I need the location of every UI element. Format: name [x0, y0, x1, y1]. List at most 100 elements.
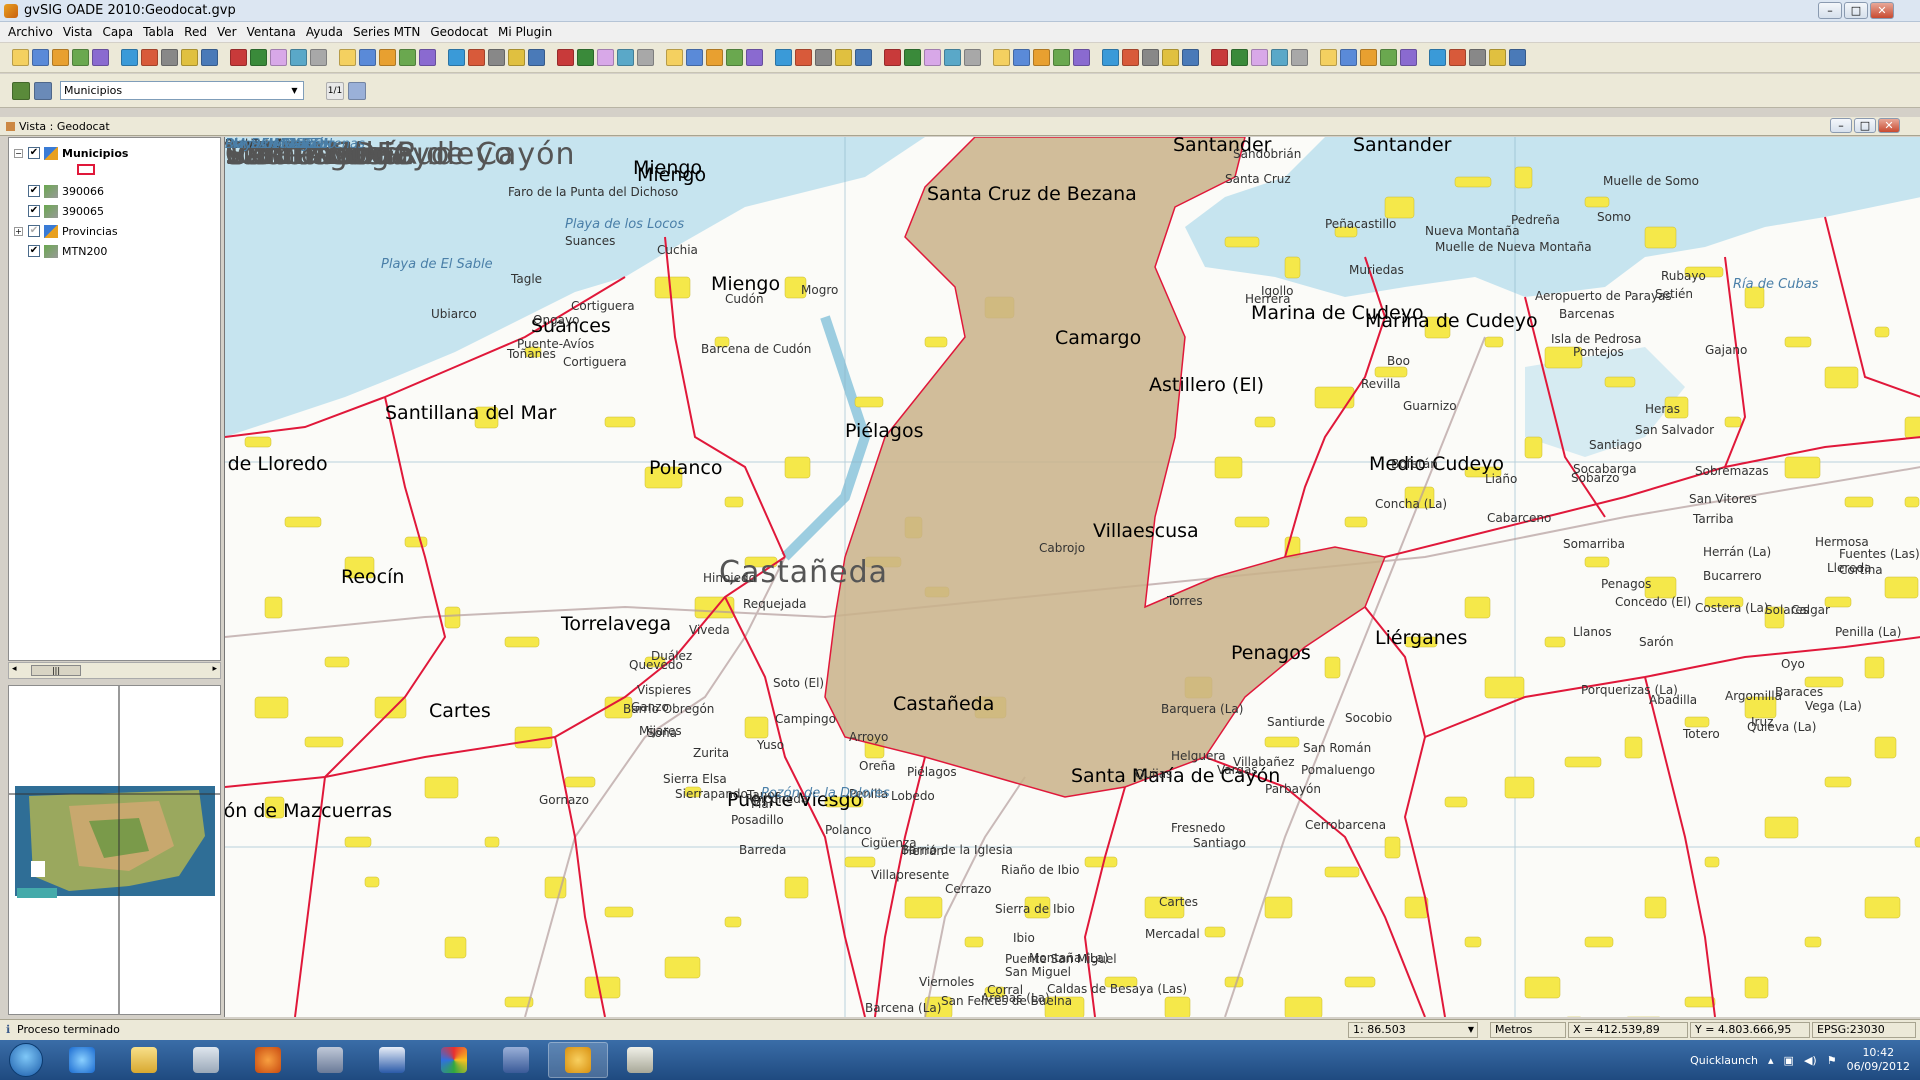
tool-29-icon[interactable] [617, 49, 634, 66]
tool-17-icon[interactable] [359, 49, 376, 66]
taskbar-picasa[interactable] [424, 1042, 484, 1078]
maximize-button[interactable]: □ [1844, 2, 1868, 19]
taskbar-pgadmin[interactable] [300, 1042, 360, 1078]
new-file-icon[interactable] [12, 49, 29, 66]
tool-52-icon[interactable] [1122, 49, 1139, 66]
zoom-out-icon[interactable] [181, 49, 198, 66]
tool-66-icon[interactable] [1429, 49, 1446, 66]
clock[interactable]: 10:42 06/09/2012 [1847, 1046, 1910, 1074]
layer-visibility-checkbox[interactable]: ✔ [28, 185, 40, 197]
view-minimize-button[interactable]: – [1830, 118, 1852, 133]
tool-20-icon[interactable] [419, 49, 436, 66]
tool-26-icon[interactable] [557, 49, 574, 66]
zoom-full-icon[interactable] [201, 49, 218, 66]
tool-59-icon[interactable] [1271, 49, 1288, 66]
tool-42-icon[interactable] [904, 49, 921, 66]
network-icon[interactable]: ▣ [1784, 1054, 1794, 1067]
menu-ayuda[interactable]: Ayuda [301, 25, 348, 39]
print-icon[interactable] [72, 49, 89, 66]
save-icon[interactable] [52, 49, 69, 66]
taskbar-word[interactable] [362, 1042, 422, 1078]
tool-56-icon[interactable] [1211, 49, 1228, 66]
active-layer-select[interactable]: Municipios ▼ [60, 81, 304, 100]
scale-field[interactable]: 1: 86.503 ▼ [1348, 1022, 1478, 1038]
tool-60-icon[interactable] [1291, 49, 1308, 66]
menu-archivo[interactable]: Archivo [3, 25, 58, 39]
tool-69-icon[interactable] [1489, 49, 1506, 66]
tool-53-icon[interactable] [1142, 49, 1159, 66]
flag-icon[interactable]: ⚑ [1827, 1054, 1837, 1067]
edit-layer-icon[interactable] [12, 81, 30, 100]
taskbar-firefox[interactable] [238, 1042, 298, 1078]
zoom-select-icon[interactable] [230, 49, 247, 66]
taskbar-notepad[interactable] [610, 1042, 670, 1078]
toc-layer-390065[interactable]: ✔ 390065 [28, 202, 104, 220]
layer-list-icon[interactable] [34, 81, 52, 100]
close-button[interactable]: ✕ [1870, 2, 1894, 19]
zoom-back-icon[interactable] [270, 49, 287, 66]
tool-62-icon[interactable] [1340, 49, 1357, 66]
layer-visibility-checkbox[interactable]: ✔ [28, 245, 40, 257]
menu-red[interactable]: Red [179, 25, 212, 39]
zoom-previous-icon[interactable] [290, 49, 307, 66]
volume-icon[interactable]: ◀) [1804, 1054, 1817, 1067]
taskbar-explorer[interactable] [114, 1042, 174, 1078]
tool-23-icon[interactable] [488, 49, 505, 66]
tool-64-icon[interactable] [1380, 49, 1397, 66]
tool-45-icon[interactable] [964, 49, 981, 66]
tool-31-icon[interactable] [666, 49, 683, 66]
map-canvas[interactable]: Miengo Miengo Santander Santander Santa Cruz… [224, 137, 1920, 1017]
scissors-icon[interactable] [348, 81, 366, 100]
taskbar-app-window[interactable] [486, 1042, 546, 1078]
tool-57-icon[interactable] [1231, 49, 1248, 66]
menu-geodocat[interactable]: Geodocat [425, 25, 493, 39]
pan-hand-icon[interactable] [141, 49, 158, 66]
tool-24-icon[interactable] [508, 49, 525, 66]
tool-37-icon[interactable] [795, 49, 812, 66]
toc-layer-provincias[interactable]: + ✔ Provincias [14, 222, 118, 240]
tool-68-icon[interactable] [1469, 49, 1486, 66]
tool-61-icon[interactable] [1320, 49, 1337, 66]
toc-layer-mtn200[interactable]: ✔ MTN200 [28, 242, 107, 260]
tool-51-icon[interactable] [1102, 49, 1119, 66]
menu-capa[interactable]: Capa [97, 25, 138, 39]
open-folder-icon[interactable] [32, 49, 49, 66]
tool-21-icon[interactable] [448, 49, 465, 66]
menu-ventana[interactable]: Ventana [242, 25, 301, 39]
tool-44-icon[interactable] [944, 49, 961, 66]
tool-50-icon[interactable] [1073, 49, 1090, 66]
layer-visibility-checkbox[interactable]: ✔ [28, 225, 40, 237]
toc-horizontal-scrollbar[interactable]: ◂ ||| ▸ [8, 662, 221, 679]
tool-25-icon[interactable] [528, 49, 545, 66]
tool-33-icon[interactable] [706, 49, 723, 66]
tool-48-icon[interactable] [1033, 49, 1050, 66]
tool-36-icon[interactable] [775, 49, 792, 66]
zoom-next-icon[interactable] [310, 49, 327, 66]
toc-layer-390066[interactable]: ✔ 390066 [28, 182, 104, 200]
tool-70-icon[interactable] [1509, 49, 1526, 66]
tool-39-icon[interactable] [835, 49, 852, 66]
tool-46-icon[interactable] [993, 49, 1010, 66]
toc-layer-municipios[interactable]: − ✔ Municipios [14, 144, 128, 162]
scale-one-to-one-button[interactable]: 1/1 [326, 81, 344, 100]
layer-visibility-checkbox[interactable]: ✔ [28, 147, 40, 159]
tool-49-icon[interactable] [1053, 49, 1070, 66]
tool-32-icon[interactable] [686, 49, 703, 66]
tool-65-icon[interactable] [1400, 49, 1417, 66]
tool-55-icon[interactable] [1182, 49, 1199, 66]
minimize-button[interactable]: – [1818, 2, 1842, 19]
tool-19-icon[interactable] [399, 49, 416, 66]
scroll-thumb[interactable]: ||| [31, 665, 81, 676]
tool-16-icon[interactable] [339, 49, 356, 66]
zoom-layer-icon[interactable] [250, 49, 267, 66]
tool-22-icon[interactable] [468, 49, 485, 66]
tool-67-icon[interactable] [1449, 49, 1466, 66]
chevron-up-icon[interactable]: ▴ [1768, 1054, 1774, 1067]
layer-add-icon[interactable] [121, 49, 138, 66]
taskbar-gvsig[interactable] [548, 1042, 608, 1078]
tool-34-icon[interactable] [726, 49, 743, 66]
tool-40-icon[interactable] [855, 49, 872, 66]
menu-series-mtn[interactable]: Series MTN [348, 25, 425, 39]
tool-47-icon[interactable] [1013, 49, 1030, 66]
layer-visibility-checkbox[interactable]: ✔ [28, 205, 40, 217]
